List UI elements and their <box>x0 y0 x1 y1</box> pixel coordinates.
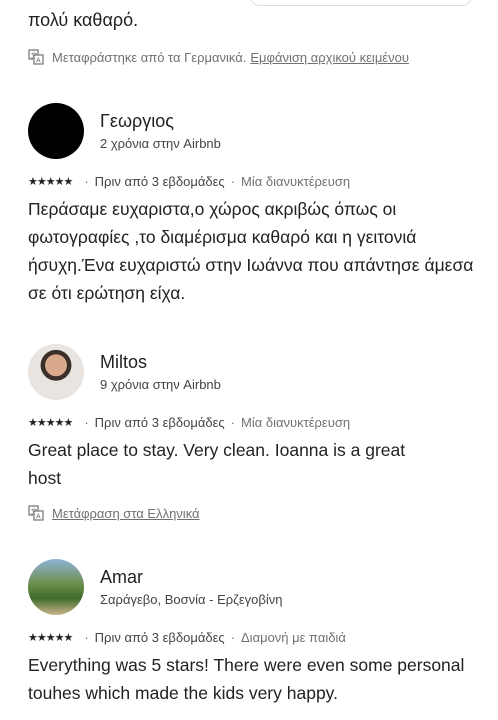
avatar[interactable] <box>28 103 84 159</box>
separator-dot: · <box>230 415 235 430</box>
stay-type: Διαμονή με παιδιά <box>241 630 346 645</box>
show-original-link[interactable]: Εμφάνιση αρχικού κειμένου <box>250 50 409 65</box>
avatar[interactable] <box>28 344 84 400</box>
review-date: Πριν από 3 εβδομάδες <box>94 630 225 645</box>
stay-type: Μία διανυκτέρευση <box>241 174 351 189</box>
reviewer-name: Γεωργιος <box>100 111 174 131</box>
top-search-bar[interactable] <box>250 0 472 6</box>
reviewer-meta: 9 χρόνια στην Airbnb <box>100 377 221 392</box>
star-rating: ★★★★★ <box>28 417 73 429</box>
review-text: Everything was 5 stars! There were even … <box>28 655 465 703</box>
review-date: Πριν από 3 εβδομάδες <box>94 415 225 430</box>
review-text: Περάσαμε ευχαριστα,ο χώρος ακριβώς όπως … <box>28 199 474 303</box>
stay-type: Μία διανυκτέρευση <box>241 415 351 430</box>
avatar[interactable] <box>28 559 84 615</box>
translate-icon: 文 A <box>28 505 44 521</box>
separator-dot: · <box>230 630 235 645</box>
review-card: Amar Σαράγεβο, Βοσνία - Ερζεγοβίνη ★★★★★… <box>28 559 478 707</box>
reviewer-name: Miltos <box>100 352 148 372</box>
translation-note: 文 A Μεταφράστηκε από τα Γερμανικά. Εμφάν… <box>28 49 409 65</box>
separator-dot: · <box>230 174 235 189</box>
review-date: Πριν από 3 εβδομάδες <box>94 174 225 189</box>
separator-dot: · <box>84 174 89 189</box>
svg-text:A: A <box>36 58 41 65</box>
separator-dot: · <box>84 415 89 430</box>
reviewer-meta: 2 χρόνια στην Airbnb <box>100 136 221 151</box>
translate-row: 文 A Μετάφραση στα Ελληνικά <box>28 505 200 521</box>
translate-icon: 文 A <box>28 49 44 65</box>
star-rating: ★★★★★ <box>28 632 73 644</box>
reviewer-name: Amar <box>100 567 144 587</box>
reviewer-meta: Σαράγεβο, Βοσνία - Ερζεγοβίνη <box>100 592 283 607</box>
translate-to-greek-link[interactable]: Μετάφραση στα Ελληνικά <box>52 506 200 521</box>
review-card: Miltos 9 χρόνια στην Airbnb ★★★★★ · Πριν… <box>28 344 478 492</box>
star-rating: ★★★★★ <box>28 176 73 188</box>
translated-note-label: Μεταφράστηκε από τα Γερμανικά. <box>52 49 247 65</box>
svg-text:A: A <box>36 514 41 521</box>
review-text: Great place to stay. Very clean. Ioanna … <box>28 440 406 488</box>
separator-dot: · <box>84 630 89 645</box>
review-text-fragment: πολύ καθαρό. <box>28 10 139 30</box>
review-card: Γεωργιος 2 χρόνια στην Airbnb ★★★★★ · Πρ… <box>28 103 478 307</box>
